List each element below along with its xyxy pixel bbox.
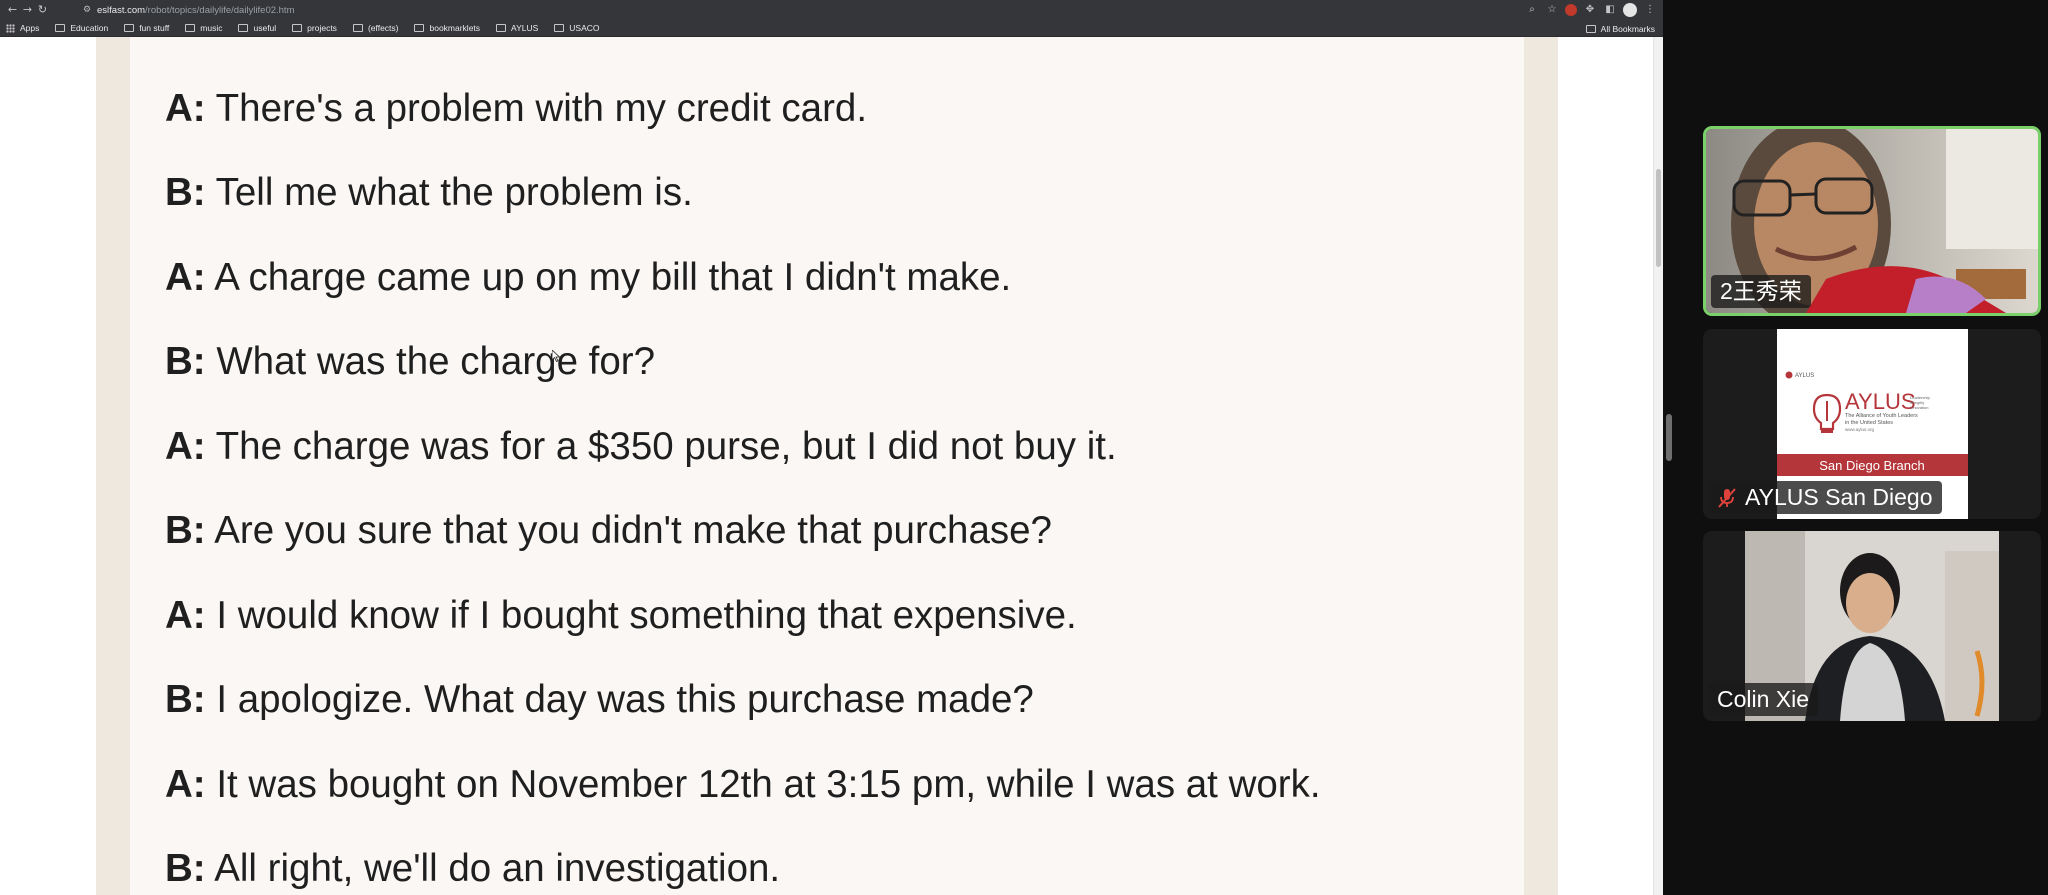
aylus-website: www.aylus.org — [1845, 427, 1875, 432]
folder-icon — [238, 24, 249, 32]
participant-tile[interactable]: 2王秀荣 — [1703, 126, 2041, 316]
folder-icon — [55, 24, 66, 32]
participant-tile[interactable]: AYLUS AYLUS Leadership Integrity Innovat… — [1703, 329, 2041, 519]
mouse-cursor-icon — [552, 350, 560, 362]
bookmark-folder[interactable]: AYLUS — [496, 23, 538, 33]
folder-icon — [292, 24, 303, 32]
folder-icon — [352, 24, 363, 32]
screen: ← → ↻ ⚙ eslfast.com/robot/topics/dailyli… — [0, 0, 2048, 895]
folder-icon — [124, 24, 135, 32]
aylus-small-brand: AYLUS — [1795, 373, 1814, 379]
dialogue-line: B: I apologize. What day was this purcha… — [165, 678, 1034, 721]
dialogue-line: A: It was bought on November 12th at 3:1… — [165, 763, 1321, 806]
participant-tile[interactable]: Colin Xie — [1703, 531, 2041, 721]
bookmark-folder[interactable]: fun stuff — [124, 23, 169, 33]
dialogue-line: B: Tell me what the problem is. — [165, 171, 693, 214]
bookmark-folder[interactable]: USACO — [554, 23, 600, 33]
url-text: eslfast.com/robot/topics/dailylife/daily… — [97, 4, 295, 16]
aylus-tagline: Innovation — [1910, 405, 1928, 410]
participant-name-tag: 2王秀荣 — [1711, 275, 1811, 308]
star-icon[interactable]: ☆ — [1545, 3, 1559, 17]
puzzle-icon[interactable]: ✥ — [1583, 3, 1597, 17]
zoom-icon[interactable]: ⌕ — [1525, 3, 1539, 17]
page-scrollbar[interactable] — [1653, 37, 1663, 895]
scrollbar-thumb[interactable] — [1656, 169, 1661, 267]
web-page: A: There's a problem with my credit card… — [0, 37, 1663, 895]
dialogue-line: A: A charge came up on my bill that I di… — [165, 256, 1012, 299]
profile-avatar[interactable] — [1623, 3, 1637, 17]
aylus-brand-text: AYLUS — [1845, 389, 1916, 414]
site-info-icon[interactable]: ⚙ — [83, 5, 97, 15]
participant-name-tag: Colin Xie — [1708, 683, 1819, 716]
apps-icon — [6, 23, 15, 33]
dialogue-line: B: What was the charge for? — [165, 340, 656, 383]
aylus-subtitle: The Alliance of Youth Leaders — [1845, 413, 1918, 419]
aylus-branch-text: San Diego Branch — [1819, 458, 1925, 473]
bookmark-apps[interactable]: Apps — [6, 23, 39, 33]
forward-icon[interactable]: → — [20, 0, 35, 20]
address-bar: ← → ↻ ⚙ eslfast.com/robot/topics/dailyli… — [0, 0, 1663, 20]
side-panel-icon[interactable]: ◧ — [1603, 3, 1617, 17]
dialogue-line: A: There's a problem with my credit card… — [165, 87, 868, 130]
extension-icon[interactable] — [1565, 4, 1577, 16]
dialogue-line: A: The charge was for a $350 purse, but … — [165, 425, 1117, 468]
menu-icon[interactable]: ⋮ — [1643, 3, 1657, 17]
dialogue-line: B: Are you sure that you didn't make tha… — [165, 509, 1052, 552]
dialogue-line: A: I would know if I bought something th… — [165, 594, 1077, 637]
dialogue-line: B: All right, we'll do an investigation. — [165, 847, 781, 890]
bookmark-folder[interactable]: (effects) — [352, 23, 398, 33]
participant-name-tag: AYLUS San Diego — [1708, 481, 1942, 514]
bookmark-folder[interactable]: music — [185, 23, 222, 33]
folder-icon — [1585, 24, 1596, 33]
folder-icon — [414, 24, 425, 32]
toolbar-right: ⌕ ☆ ✥ ◧ ⋮ — [1525, 0, 1663, 20]
folder-icon — [496, 24, 507, 32]
all-bookmarks[interactable]: All Bookmarks — [1585, 20, 1655, 37]
back-icon[interactable]: ← — [5, 0, 20, 20]
bookmark-folder[interactable]: bookmarklets — [414, 23, 480, 33]
url-field[interactable]: ⚙ eslfast.com/robot/topics/dailylife/dai… — [83, 2, 1483, 18]
aylus-subtitle: in the United States — [1845, 420, 1893, 426]
mic-muted-icon — [1718, 487, 1736, 508]
bookmarks-bar: Apps Education fun stuff music useful pr… — [0, 20, 1663, 37]
reload-icon[interactable]: ↻ — [35, 0, 50, 20]
bookmark-folder[interactable]: Education — [55, 23, 108, 33]
shared-browser-window: ← → ↻ ⚙ eslfast.com/robot/topics/dailyli… — [0, 0, 1663, 895]
panel-resize-handle[interactable] — [1666, 414, 1672, 461]
bookmark-folder[interactable]: projects — [292, 23, 337, 33]
folder-icon — [185, 24, 196, 32]
folder-icon — [554, 24, 565, 32]
bookmark-folder[interactable]: useful — [238, 23, 276, 33]
